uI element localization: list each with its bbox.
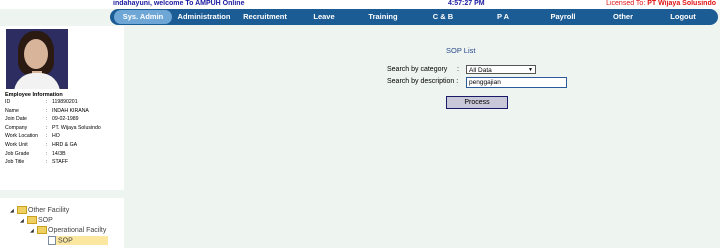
menu-pa[interactable]: P A — [474, 9, 532, 25]
tree-label: SOP — [58, 237, 73, 245]
tree-label: Other Facility — [28, 207, 70, 214]
page-title: SOP List — [446, 46, 476, 55]
info-value: 119890201 — [52, 99, 78, 105]
tree-label: Operational Facilty — [48, 227, 107, 234]
category-select[interactable]: All Data ▼ — [466, 65, 536, 74]
collapse-triangle-icon[interactable]: ◢ — [10, 207, 17, 216]
tree-label: SOP — [38, 217, 53, 224]
employee-panel: Employee Information ID:119890201 Name: I… — [0, 26, 124, 190]
info-key: Company — [5, 124, 28, 131]
menu-cb[interactable]: C & B — [414, 9, 472, 25]
menu-logout[interactable]: Logout — [654, 9, 712, 25]
employee-info-heading: Employee Information — [5, 92, 63, 98]
menu-other[interactable]: Other — [594, 9, 652, 25]
employee-photo — [6, 29, 68, 89]
folder-open-icon — [37, 226, 47, 235]
info-row-work-location: Work Location: HO — [5, 133, 60, 140]
clock-text: 4:57:27 PM — [448, 0, 485, 7]
license-text: Licensed To: PT Wijaya Solusindo — [606, 0, 716, 7]
folder-open-icon — [27, 216, 37, 225]
info-row-company: Company: PT. Wijaya Solusindo — [5, 124, 101, 131]
info-value: 09-02-1989 — [52, 116, 79, 123]
info-key: ID — [5, 99, 11, 105]
tree-node-operational-facility[interactable]: ◢ Operational Facilty — [30, 226, 106, 235]
info-value: 14/3B — [52, 150, 66, 157]
info-row-join-date: Join Date:09-02-1989 — [5, 116, 79, 123]
employee-info: Employee Information ID:119890201 Name: I… — [5, 92, 101, 168]
category-colon: : — [457, 66, 459, 73]
menu-administration[interactable]: Administration — [174, 9, 234, 25]
info-row-name: Name: INDAH KIRANA — [5, 107, 89, 114]
info-value: STAFF — [52, 159, 69, 166]
info-key: Job Grade — [5, 150, 30, 157]
info-key: Name — [5, 107, 19, 114]
description-label: Search by description : — [387, 78, 459, 85]
license-company: PT Wijaya Solusindo — [647, 0, 716, 7]
menu-leave[interactable]: Leave — [296, 9, 352, 25]
top-bar: indahayuni, welcome To AMPUH Online 4:57… — [0, 0, 720, 9]
menu-sys-admin[interactable]: Sys. Admin — [114, 10, 172, 24]
main-menu: Sys. Admin Administration Recruitment Le… — [110, 9, 718, 25]
category-select-value: All Data — [469, 67, 492, 74]
tree-node-other-facility[interactable]: ◢ Other Facility — [10, 206, 69, 215]
info-value: PT. Wijaya Solusindo — [52, 124, 101, 131]
info-value: INDAH KIRANA — [52, 107, 89, 114]
document-icon — [48, 236, 56, 245]
tree-node-sop-leaf[interactable]: SOP — [48, 236, 108, 245]
info-row-job-title: Job Title: STAFF — [5, 159, 69, 166]
folder-open-icon — [17, 206, 27, 215]
info-value: HRD & GA — [52, 141, 78, 148]
info-value: HO — [52, 133, 60, 140]
info-row-job-grade: Job Grade:14/3B — [5, 150, 66, 157]
license-prefix: Licensed To: — [606, 0, 648, 7]
info-key: Work Unit — [5, 141, 28, 148]
process-button[interactable]: Process — [446, 96, 508, 109]
welcome-text: indahayuni, welcome To AMPUH Online — [113, 0, 245, 7]
info-row-id: ID:119890201 — [5, 99, 78, 105]
collapse-triangle-icon[interactable]: ◢ — [30, 227, 37, 236]
collapse-triangle-icon[interactable]: ◢ — [20, 217, 27, 226]
info-key: Job Title — [5, 159, 25, 166]
tree-node-sop[interactable]: ◢ SOP — [20, 216, 53, 225]
description-input[interactable] — [466, 77, 567, 88]
info-row-work-unit: Work Unit: HRD & GA — [5, 141, 78, 148]
navigation-tree: ◢ Other Facility ◢ SOP ◢ Operational Facilt… — [0, 198, 124, 248]
menu-payroll[interactable]: Payroll — [534, 9, 592, 25]
dropdown-arrow-icon: ▼ — [528, 67, 533, 73]
menu-training[interactable]: Training — [354, 9, 412, 25]
menu-recruitment[interactable]: Recruitment — [236, 9, 294, 25]
info-key: Join Date — [5, 116, 27, 123]
info-key: Work Location — [5, 133, 39, 140]
category-label: Search by category — [387, 66, 448, 73]
